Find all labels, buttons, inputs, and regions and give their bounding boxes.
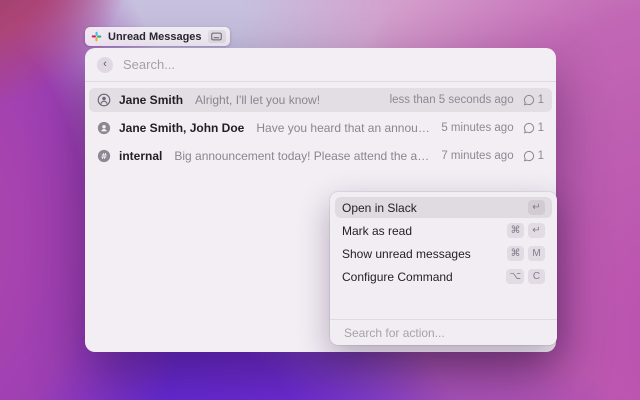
shortcut-keys: ⌥ C (506, 269, 545, 284)
unread-count-value: 1 (538, 150, 544, 162)
sender-name: internal (119, 149, 162, 163)
unread-count-value: 1 (538, 122, 544, 134)
search-input[interactable]: Search... (123, 57, 175, 72)
shortcut-keys: ⌘ M (507, 246, 545, 261)
back-button[interactable]: ‹ (97, 57, 113, 73)
channel-hash-icon: # (97, 149, 111, 163)
unread-count: 1 (523, 94, 544, 106)
chat-bubble-icon (523, 150, 535, 162)
m-key-cap: M (528, 246, 545, 261)
unread-count: 1 (523, 150, 544, 162)
actions-panel: Open in Slack ↵ Mark as read ⌘ ↵ Show un… (330, 192, 557, 345)
chat-bubble-icon (523, 122, 535, 134)
shortcut-keys: ↵ (528, 200, 545, 215)
unread-count: 1 (523, 122, 544, 134)
return-key-cap: ↵ (528, 223, 545, 238)
list-item[interactable]: # internal Big announcement today! Pleas… (89, 144, 552, 168)
person-circle-icon (97, 93, 111, 107)
slack-icon (91, 31, 102, 42)
shortcut-keys: ⌘ ↵ (507, 223, 545, 238)
return-key-cap: ↵ (528, 200, 545, 215)
hotkey-recorder-button[interactable] (208, 30, 226, 43)
command-key-cap: ⌘ (507, 246, 524, 261)
action-mark-as-read[interactable]: Mark as read ⌘ ↵ (335, 220, 552, 241)
search-bar: ‹ Search... (85, 48, 556, 82)
action-label: Configure Command (342, 270, 453, 284)
command-key-cap: ⌘ (507, 223, 524, 238)
action-label: Open in Slack (342, 201, 417, 215)
command-breadcrumb[interactable]: Unread Messages (85, 27, 230, 46)
action-label: Show unread messages (342, 247, 471, 261)
chevron-left-icon: ‹ (103, 59, 107, 70)
list-item[interactable]: Jane Smith Alright, I'll let you know! l… (89, 88, 552, 112)
option-key-cap: ⌥ (506, 269, 524, 284)
message-preview: Have you heard that an announcement is c… (256, 121, 431, 135)
action-configure-command[interactable]: Configure Command ⌥ C (335, 266, 552, 287)
action-search-input[interactable]: Search for action... (335, 320, 552, 345)
message-time: less than 5 seconds ago (390, 94, 514, 106)
breadcrumb-label: Unread Messages (108, 31, 202, 43)
action-show-unread-messages[interactable]: Show unread messages ⌘ M (335, 243, 552, 264)
group-avatar-icon (97, 121, 111, 135)
chat-bubble-icon (523, 94, 535, 106)
c-key-cap: C (528, 269, 545, 284)
action-open-in-slack[interactable]: Open in Slack ↵ (335, 197, 552, 218)
message-preview: Alright, I'll let you know! (195, 93, 320, 107)
sender-name: Jane Smith (119, 93, 183, 107)
message-time: 5 minutes ago (441, 122, 513, 134)
message-time: 7 minutes ago (441, 150, 513, 162)
sender-name: Jane Smith, John Doe (119, 121, 244, 135)
message-list: Jane Smith Alright, I'll let you know! l… (85, 82, 556, 168)
unread-count-value: 1 (538, 94, 544, 106)
message-preview: Big announcement today! Please attend th… (174, 149, 431, 163)
list-item[interactable]: Jane Smith, John Doe Have you heard that… (89, 116, 552, 140)
svg-text:#: # (101, 152, 108, 161)
keyboard-icon (211, 32, 222, 41)
action-label: Mark as read (342, 224, 412, 238)
